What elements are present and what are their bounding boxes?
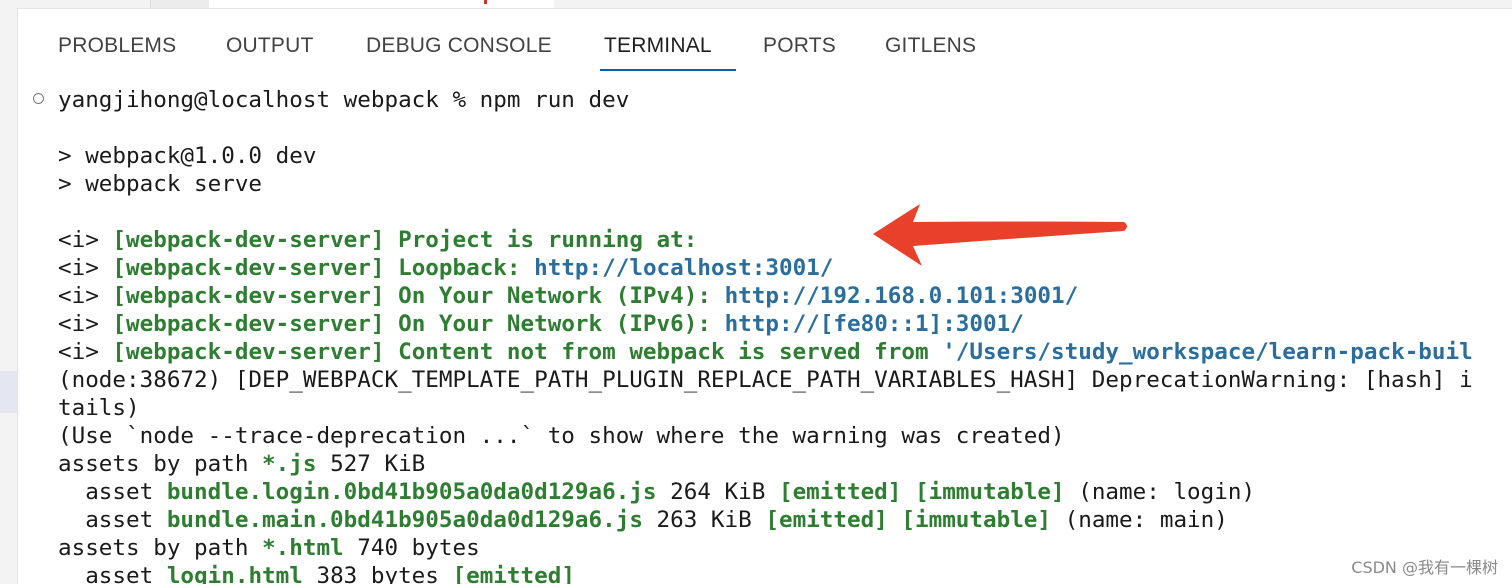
watermark: CSDN @我有一棵树 [1351,558,1498,577]
annotation-arrow-icon [873,204,1127,266]
